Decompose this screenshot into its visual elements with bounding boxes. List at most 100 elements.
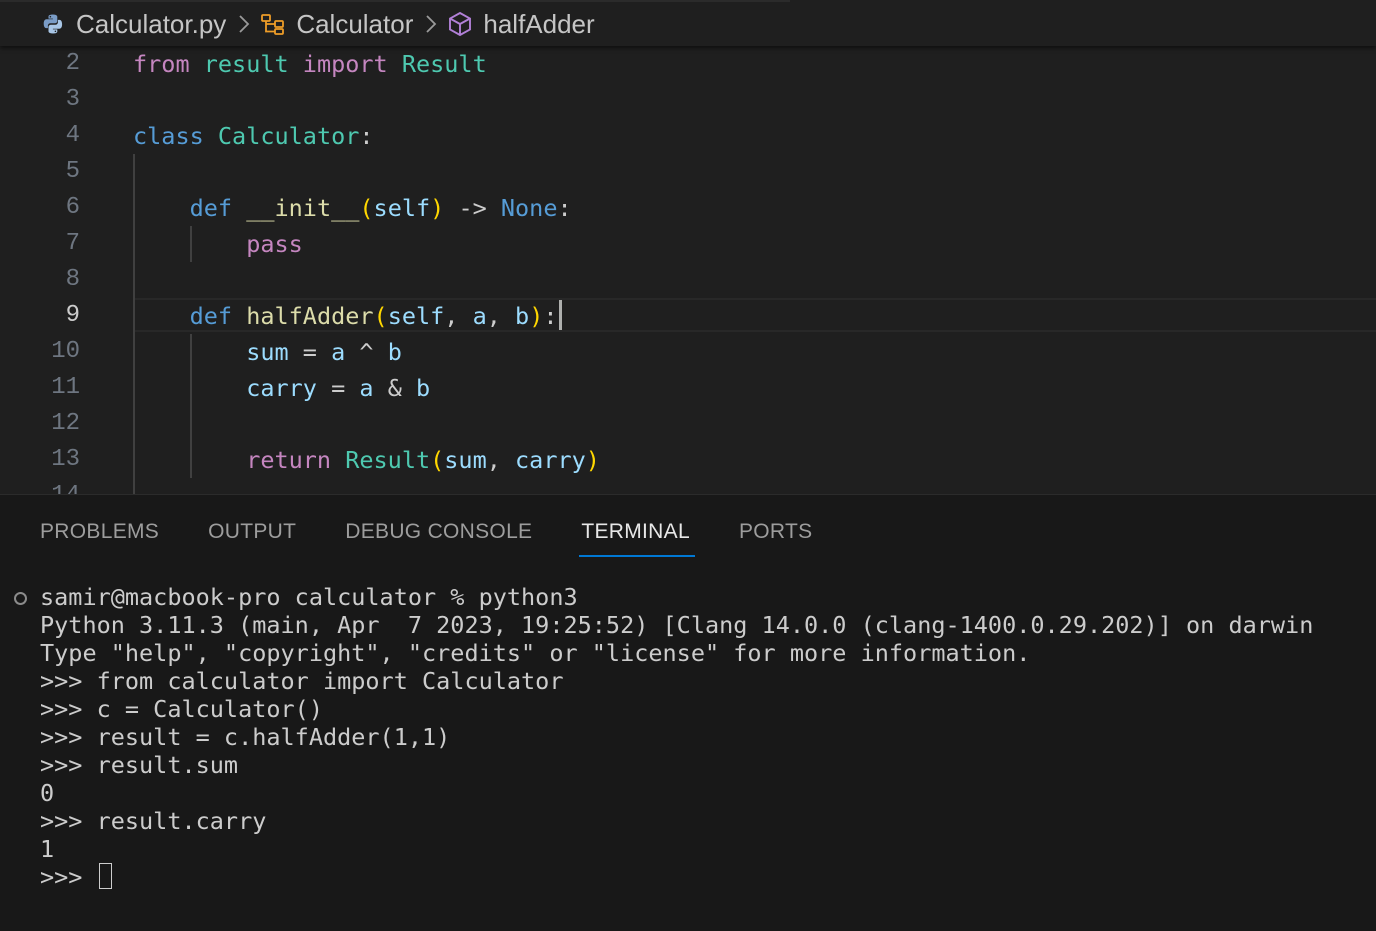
text-cursor <box>558 300 562 330</box>
code-token: & <box>373 374 416 402</box>
code-token: a <box>359 374 374 402</box>
code-token: ( <box>359 194 374 222</box>
breadcrumb-file[interactable]: Calculator.py <box>40 9 226 40</box>
breadcrumb-method-label: halfAdder <box>483 8 595 39</box>
terminal-line: 0 <box>40 779 55 807</box>
code-token: self <box>387 302 445 330</box>
line-number: 12 <box>51 410 80 437</box>
code-text: from result import Result <box>133 46 487 82</box>
code-token: sum <box>246 338 289 366</box>
code-token: Result <box>401 50 487 78</box>
code-editor[interactable]: 2 from result import Result 3 4 class Calcul… <box>0 46 1376 494</box>
terminal-line: >>> result.sum <box>40 751 239 779</box>
code-token: Calculator <box>217 122 360 150</box>
terminal-line: 1 <box>40 835 55 863</box>
line-number: 2 <box>65 50 80 77</box>
code-token: ^ <box>345 338 388 366</box>
code-line[interactable]: 13 return Result(sum, carry) <box>0 442 1376 478</box>
chevron-right-icon <box>238 14 250 34</box>
code-line[interactable]: 10 sum = a ^ b <box>0 334 1376 370</box>
tab-problems[interactable]: PROBLEMS <box>40 515 159 555</box>
tab-terminal[interactable]: TERMINAL <box>579 515 695 557</box>
code-text: def halfAdder(self, a, b): <box>133 298 562 334</box>
code-line[interactable]: 4 class Calculator: <box>0 118 1376 154</box>
terminal-line: >>> result.carry <box>40 807 267 835</box>
python-file-icon <box>40 11 66 37</box>
code-token: def <box>189 302 233 330</box>
code-token: b <box>416 374 431 402</box>
tab-ports[interactable]: PORTS <box>739 515 812 555</box>
breadcrumb-class[interactable]: Calculator <box>260 9 413 40</box>
code-text: carry = a & b <box>133 370 430 406</box>
terminal-line: >>> from calculator import Calculator <box>40 667 564 695</box>
code-token: import <box>302 50 388 78</box>
code-token: ( <box>373 302 388 330</box>
code-token: result <box>203 50 289 78</box>
terminal-line: >>> c = Calculator() <box>40 695 323 723</box>
code-token: , <box>486 302 516 330</box>
terminal-line: samir@macbook-pro calculator % python3 <box>40 583 578 611</box>
code-token: ) <box>529 302 544 330</box>
code-line[interactable]: 6 def __init__(self) -> None: <box>0 190 1376 226</box>
code-token: ) <box>585 446 600 474</box>
code-token: b <box>515 302 530 330</box>
line-number: 13 <box>51 446 80 473</box>
breadcrumb-file-label: Calculator.py <box>76 8 227 39</box>
tab-output[interactable]: OUTPUT <box>208 515 296 555</box>
code-line[interactable]: 11 carry = a & b <box>0 370 1376 406</box>
code-text: sum = a ^ b <box>133 334 402 370</box>
breadcrumb-class-label: Calculator <box>296 8 414 39</box>
code-line[interactable]: 9 def halfAdder(self, a, b): <box>0 298 1376 334</box>
code-token: Result <box>345 446 431 474</box>
line-number: 4 <box>65 122 80 149</box>
breadcrumb-method[interactable]: halfAdder <box>447 8 595 40</box>
code-token: carry <box>246 374 317 402</box>
code-token: b <box>387 338 402 366</box>
code-token: pass <box>246 230 303 258</box>
code-line[interactable]: 7 pass <box>0 226 1376 262</box>
breadcrumb-bar: Calculator.py Calculator halfAdder <box>0 0 1376 46</box>
line-number: 11 <box>51 374 80 401</box>
terminal-prompt[interactable]: >>> <box>40 863 1313 891</box>
code-line[interactable]: 5 <box>0 154 1376 190</box>
terminal-output[interactable]: samir@macbook-pro calculator % python3 Py… <box>40 583 1313 891</box>
terminal-line: Python 3.11.3 (main, Apr 7 2023, 19:25:5… <box>40 611 1314 639</box>
terminal-status-circle-icon <box>14 592 27 605</box>
code-line[interactable]: 14 <box>0 478 1376 494</box>
line-number: 6 <box>65 194 80 221</box>
tab-debug-console[interactable]: DEBUG CONSOLE <box>345 515 532 555</box>
breadcrumb: Calculator.py Calculator halfAdder <box>40 8 595 40</box>
terminal-line: Type "help", "copyright", "credits" or "… <box>40 639 1031 667</box>
line-number: 7 <box>65 230 80 257</box>
terminal-cursor <box>98 863 112 889</box>
terminal-line: >>> result = c.halfAdder(1,1) <box>40 723 451 751</box>
code-line[interactable]: 12 <box>0 406 1376 442</box>
chevron-right-icon <box>425 14 437 34</box>
code-token: a <box>472 302 487 330</box>
code-token: sum <box>444 446 487 474</box>
code-token: __init__ <box>246 194 360 222</box>
code-token: : <box>557 194 572 222</box>
line-number: 14 <box>0 478 80 494</box>
code-token: None <box>500 194 558 222</box>
line-number: 3 <box>65 86 80 113</box>
code-token: = <box>316 374 360 402</box>
code-line[interactable]: 2 from result import Result <box>0 46 1376 82</box>
code-token: = <box>288 338 332 366</box>
line-number: 9 <box>65 302 80 329</box>
line-number: 10 <box>51 338 80 365</box>
code-token: carry <box>515 446 586 474</box>
code-token: from <box>133 50 190 78</box>
code-line[interactable]: 8 <box>0 262 1376 298</box>
code-token: : <box>359 122 374 150</box>
code-token: , <box>486 446 516 474</box>
code-line[interactable]: 3 <box>0 82 1376 118</box>
